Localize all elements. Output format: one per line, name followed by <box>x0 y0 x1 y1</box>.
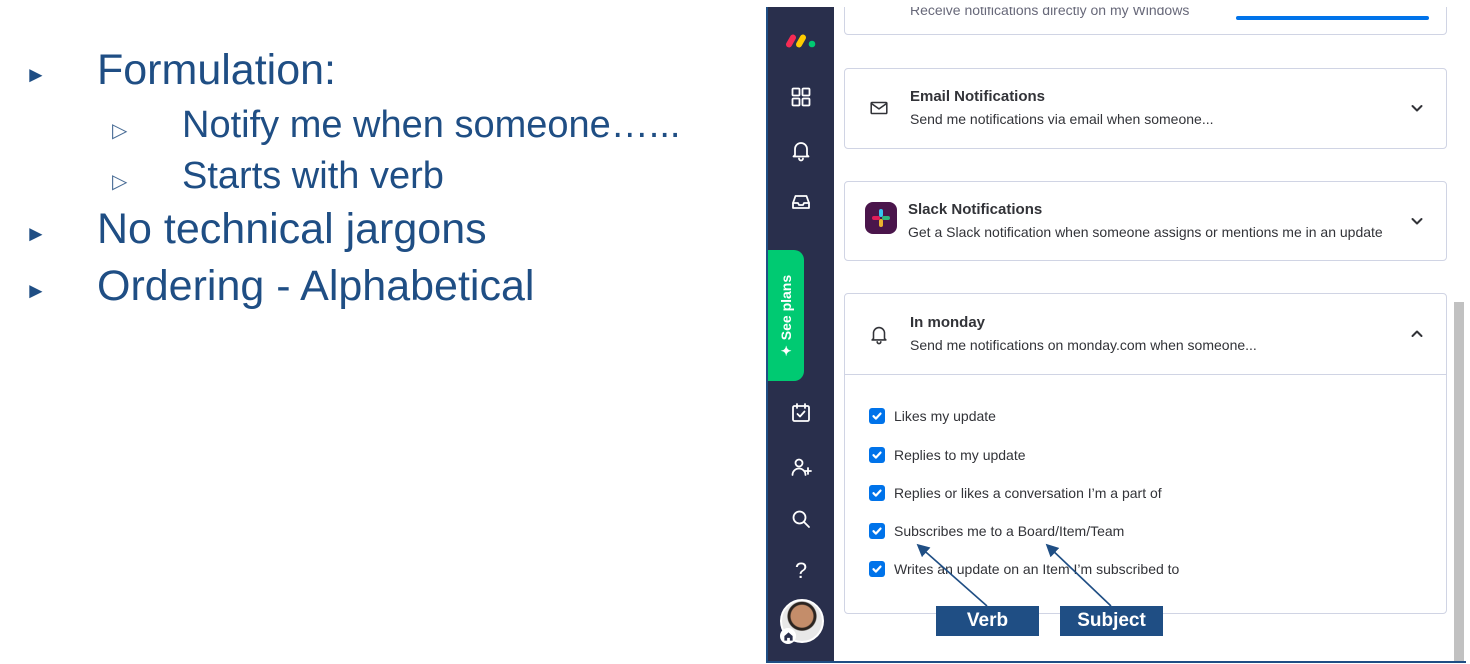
sub-bullet-text: Notify me when someone…... <box>182 104 681 146</box>
bell-icon <box>865 320 893 348</box>
app-screenshot: ✦ See plans ? Receive notifications dire… <box>766 7 1466 663</box>
desktop-notifications-card: Receive notifications directly on my Win… <box>844 7 1447 35</box>
help-icon[interactable]: ? <box>788 558 814 584</box>
add-user-icon[interactable] <box>788 454 814 480</box>
sub-bullet-text: Starts with verb <box>182 155 444 197</box>
card-title: Slack Notifications <box>908 201 1043 218</box>
option-subscribes-me[interactable]: Subscribes me to a Board/Item/Team <box>869 523 1124 539</box>
verb-callout: Verb <box>936 606 1039 636</box>
mail-icon <box>865 94 893 122</box>
bullet-ordering: ► Ordering - Alphabetical <box>25 262 535 311</box>
toggle-button-edge[interactable] <box>1236 16 1429 20</box>
option-likes-my-update[interactable]: Likes my update <box>869 408 996 424</box>
sparkle-icon: ✦ <box>780 343 792 359</box>
checkbox[interactable] <box>869 408 885 424</box>
option-label: Likes my update <box>894 408 996 424</box>
option-writes-an-update[interactable]: Writes an update on an Item I’m subscrib… <box>869 561 1179 577</box>
option-label: Replies to my update <box>894 447 1026 463</box>
card-subtitle: Send me notifications on monday.com when… <box>910 337 1257 353</box>
see-plans-label: See plans <box>778 274 794 340</box>
in-monday-card: In monday Send me notifications on monda… <box>844 293 1447 614</box>
monday-logo-icon[interactable] <box>786 27 818 53</box>
card-subtitle: Receive notifications directly on my Win… <box>910 7 1190 18</box>
notification-settings-panel: Receive notifications directly on my Win… <box>834 7 1466 661</box>
search-icon[interactable] <box>788 506 814 532</box>
subject-label: Subject <box>1077 610 1146 631</box>
option-label: Replies or likes a conversation I’m a pa… <box>894 485 1162 501</box>
card-title: In monday <box>910 314 986 331</box>
slack-icon <box>865 202 897 234</box>
chevron-down-icon[interactable] <box>1408 212 1426 230</box>
card-title: Email Notifications <box>910 88 1046 105</box>
slide-bullets: ► Formulation: ▷ Notify me when someone…… <box>0 0 740 664</box>
chevron-up-icon[interactable] <box>1408 325 1426 343</box>
bullet-marker: ► <box>25 221 47 246</box>
sub-bullet-marker: ▷ <box>112 171 128 193</box>
bullet-marker: ► <box>25 278 47 303</box>
bullet-text: Ordering - Alphabetical <box>97 262 535 310</box>
card-subtitle: Get a Slack notification when someone as… <box>908 224 1383 240</box>
card-header[interactable]: In monday Send me notifications on monda… <box>845 294 1446 374</box>
chevron-down-icon[interactable] <box>1408 99 1426 117</box>
option-label: Subscribes me to a Board/Item/Team <box>894 523 1125 539</box>
help-glyph: ? <box>794 558 808 583</box>
left-rail: ✦ See plans ? <box>768 7 834 661</box>
verb-label: Verb <box>966 610 1009 631</box>
sub-bullet-marker: ▷ <box>112 120 128 142</box>
option-replies-or-likes-conversation[interactable]: Replies or likes a conversation I’m a pa… <box>869 485 1162 501</box>
sub-bullet-notify: ▷ Notify me when someone…... <box>112 104 681 147</box>
slack-notifications-card[interactable]: Slack Notifications Get a Slack notifica… <box>844 181 1447 261</box>
checkbox[interactable] <box>869 561 885 577</box>
bullet-text: Formulation: <box>97 46 336 94</box>
bullet-marker: ► <box>25 62 47 87</box>
sub-bullet-verb: ▷ Starts with verb <box>112 155 444 198</box>
bell-icon[interactable] <box>788 137 814 163</box>
checkbox[interactable] <box>869 447 885 463</box>
email-notifications-card[interactable]: Email Notifications Send me notification… <box>844 68 1447 149</box>
grid-icon[interactable] <box>788 84 814 110</box>
bullet-text: No technical jargons <box>97 205 487 253</box>
see-plans-button[interactable]: ✦ See plans <box>768 250 804 381</box>
checkbox[interactable] <box>869 485 885 501</box>
bullet-jargons: ► No technical jargons <box>25 205 487 254</box>
calendar-check-icon[interactable] <box>788 400 814 426</box>
card-subtitle: Send me notifications via email when som… <box>910 111 1214 127</box>
option-replies-to-my-update[interactable]: Replies to my update <box>869 447 1026 463</box>
divider <box>845 374 1446 375</box>
bullet-formulation: ► Formulation: <box>25 46 336 95</box>
avatar[interactable] <box>780 599 824 644</box>
inbox-icon[interactable] <box>788 189 814 215</box>
subject-callout: Subject <box>1060 606 1163 636</box>
scrollbar[interactable] <box>1454 302 1464 661</box>
checkbox[interactable] <box>869 523 885 539</box>
option-label: Writes an update on an Item I’m subscrib… <box>894 561 1180 577</box>
home-icon <box>780 628 796 644</box>
